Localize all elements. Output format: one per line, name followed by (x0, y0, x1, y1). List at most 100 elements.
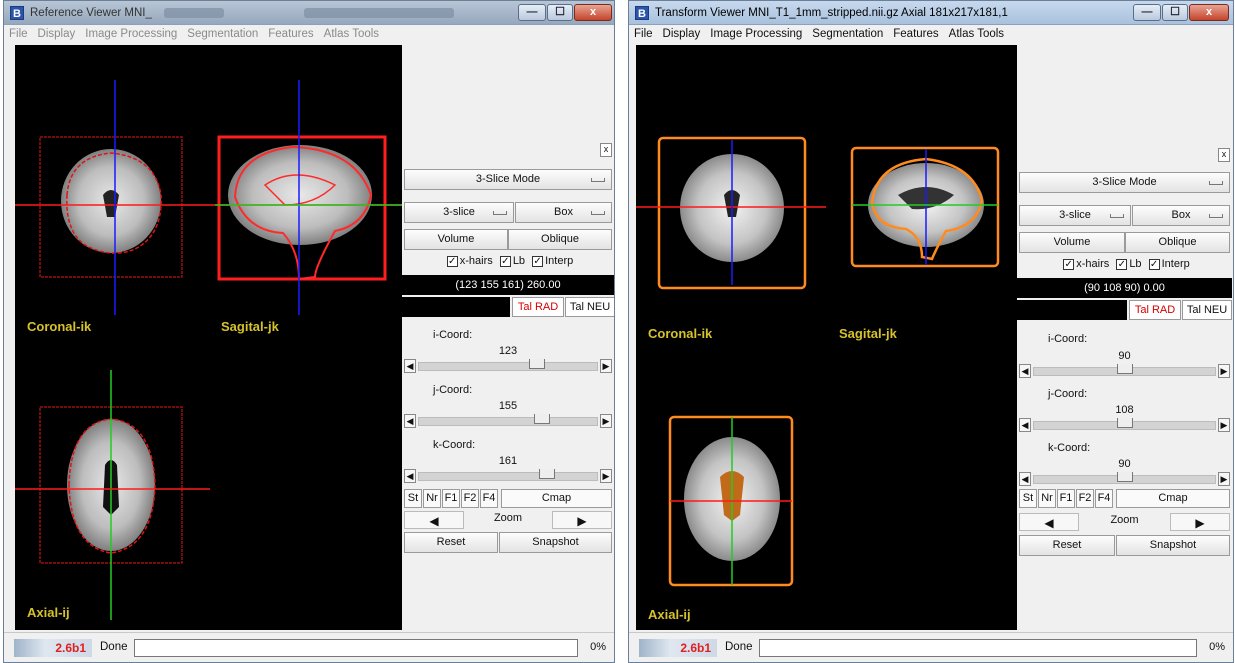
snapshot-button[interactable]: Snapshot (499, 532, 612, 553)
slider-left-icon[interactable]: ◀ (404, 414, 416, 428)
interp-checkbox[interactable]: ✓ (1148, 258, 1160, 270)
menu-segmentation[interactable]: Segmentation (182, 25, 263, 40)
slider-track[interactable] (1033, 418, 1216, 430)
tal-rad-button[interactable]: Tal RAD (512, 297, 564, 317)
box-select[interactable]: Box (515, 202, 612, 223)
brain-slices[interactable] (15, 45, 402, 630)
slice-select[interactable]: 3-slice (404, 202, 514, 223)
slider-left-icon[interactable]: ◀ (1019, 418, 1031, 432)
image-viewport[interactable]: Coronal-ik Sagital-jk Axial-ij (636, 45, 1017, 630)
image-viewport[interactable]: Coronal-ik Sagital-jk Axial-ij (15, 45, 402, 630)
box-select[interactable]: Box (1132, 205, 1230, 226)
st-button[interactable]: St (404, 489, 422, 508)
close-button[interactable]: x (574, 4, 612, 21)
reset-button[interactable]: Reset (404, 532, 498, 553)
tal-neu-button[interactable]: Tal NEU (565, 297, 614, 317)
slider-right-icon[interactable]: ▶ (1218, 364, 1230, 378)
slider-right-icon[interactable]: ▶ (1218, 472, 1230, 486)
volume-button[interactable]: Volume (1019, 232, 1125, 253)
lb-checkbox[interactable]: ✓ (499, 255, 511, 267)
menu-display[interactable]: Display (33, 25, 81, 40)
menu-image-processing[interactable]: Image Processing (705, 25, 807, 40)
oblique-button[interactable]: Oblique (508, 229, 612, 250)
close-panel-icon[interactable]: x (1218, 148, 1230, 162)
reset-button[interactable]: Reset (1019, 535, 1115, 556)
slider-right-icon[interactable]: ▶ (600, 359, 612, 373)
slider-left-icon[interactable]: ◀ (404, 359, 416, 373)
mode-select[interactable]: 3-Slice Mode (1019, 172, 1230, 193)
i-coord-slider[interactable]: ◀ ▶ (1019, 364, 1230, 378)
maximize-button[interactable]: ☐ (1162, 4, 1188, 21)
i-coord-slider[interactable]: ◀ ▶ (404, 359, 612, 373)
nr-button[interactable]: Nr (423, 489, 441, 508)
slider-thumb[interactable] (1117, 472, 1133, 482)
lb-checkbox[interactable]: ✓ (1116, 258, 1128, 270)
slider-track[interactable] (418, 359, 598, 371)
f1-button[interactable]: F1 (442, 489, 460, 508)
title-bar[interactable]: B Reference Viewer MNI_ — ☐ x (4, 1, 614, 25)
slider-thumb[interactable] (1117, 364, 1133, 374)
slider-left-icon[interactable]: ◀ (404, 469, 416, 483)
menu-file[interactable]: File (629, 25, 658, 40)
snapshot-button[interactable]: Snapshot (1116, 535, 1230, 556)
j-coord-slider[interactable]: ◀ ▶ (1019, 418, 1230, 432)
f1-button[interactable]: F1 (1057, 489, 1075, 508)
close-panel-icon[interactable]: x (600, 143, 612, 157)
tal-rad-button[interactable]: Tal RAD (1129, 300, 1181, 320)
menu-features[interactable]: Features (263, 25, 318, 40)
slider-track[interactable] (1033, 472, 1216, 484)
menu-image-processing[interactable]: Image Processing (80, 25, 182, 40)
st-button[interactable]: St (1019, 489, 1037, 508)
k-coord-slider[interactable]: ◀ ▶ (404, 469, 612, 483)
interp-checkbox[interactable]: ✓ (532, 255, 544, 267)
zoom-in-icon[interactable]: ▶ (552, 511, 612, 529)
slider-right-icon[interactable]: ▶ (600, 469, 612, 483)
close-button[interactable]: x (1189, 4, 1229, 21)
mode-select[interactable]: 3-Slice Mode (404, 169, 612, 190)
menu-file[interactable]: File (4, 25, 33, 40)
minimize-button[interactable]: — (1133, 4, 1161, 21)
zoom-out-icon[interactable]: ◀ (1019, 513, 1079, 531)
slider-right-icon[interactable]: ▶ (1218, 418, 1230, 432)
volume-button[interactable]: Volume (404, 229, 508, 250)
xhairs-checkbox[interactable]: ✓ (1063, 258, 1075, 270)
maximize-button[interactable]: ☐ (547, 4, 573, 21)
slider-thumb[interactable] (1117, 418, 1133, 428)
menu-segmentation[interactable]: Segmentation (807, 25, 888, 40)
slider-track[interactable] (1033, 364, 1216, 376)
f4-button[interactable]: F4 (480, 489, 498, 508)
menu-atlas-tools[interactable]: Atlas Tools (944, 25, 1009, 40)
zoom-out-icon[interactable]: ◀ (404, 511, 464, 529)
title-bar[interactable]: B Transform Viewer MNI_T1_1mm_stripped.n… (629, 1, 1233, 25)
coronal-view[interactable] (39, 136, 183, 278)
slider-thumb[interactable] (534, 414, 550, 424)
slider-track[interactable] (418, 414, 598, 426)
cmap-button[interactable]: Cmap (501, 489, 612, 508)
f2-button[interactable]: F2 (461, 489, 479, 508)
slider-track[interactable] (418, 469, 598, 481)
title-blur (164, 8, 224, 18)
j-coord-slider[interactable]: ◀ ▶ (404, 414, 612, 428)
nr-button[interactable]: Nr (1038, 489, 1056, 508)
oblique-button[interactable]: Oblique (1125, 232, 1230, 253)
zoom-in-icon[interactable]: ▶ (1170, 513, 1230, 531)
slider-thumb[interactable] (529, 359, 545, 369)
menu-features[interactable]: Features (888, 25, 943, 40)
f4-button[interactable]: F4 (1095, 489, 1113, 508)
f2-button[interactable]: F2 (1076, 489, 1094, 508)
slider-left-icon[interactable]: ◀ (1019, 472, 1031, 486)
coronal-label: Coronal-ik (27, 319, 92, 334)
slider-thumb[interactable] (539, 469, 555, 479)
menu-atlas-tools[interactable]: Atlas Tools (319, 25, 384, 40)
slider-left-icon[interactable]: ◀ (1019, 364, 1031, 378)
slider-right-icon[interactable]: ▶ (600, 414, 612, 428)
menu-display[interactable]: Display (658, 25, 706, 40)
cmap-button[interactable]: Cmap (1116, 489, 1230, 508)
sagittal-view[interactable] (850, 146, 1000, 268)
tal-neu-button[interactable]: Tal NEU (1182, 300, 1232, 320)
k-coord-slider[interactable]: ◀ ▶ (1019, 472, 1230, 486)
sagittal-view[interactable] (217, 135, 387, 281)
slice-select[interactable]: 3-slice (1019, 205, 1131, 226)
xhairs-checkbox[interactable]: ✓ (446, 255, 458, 267)
minimize-button[interactable]: — (518, 4, 546, 21)
